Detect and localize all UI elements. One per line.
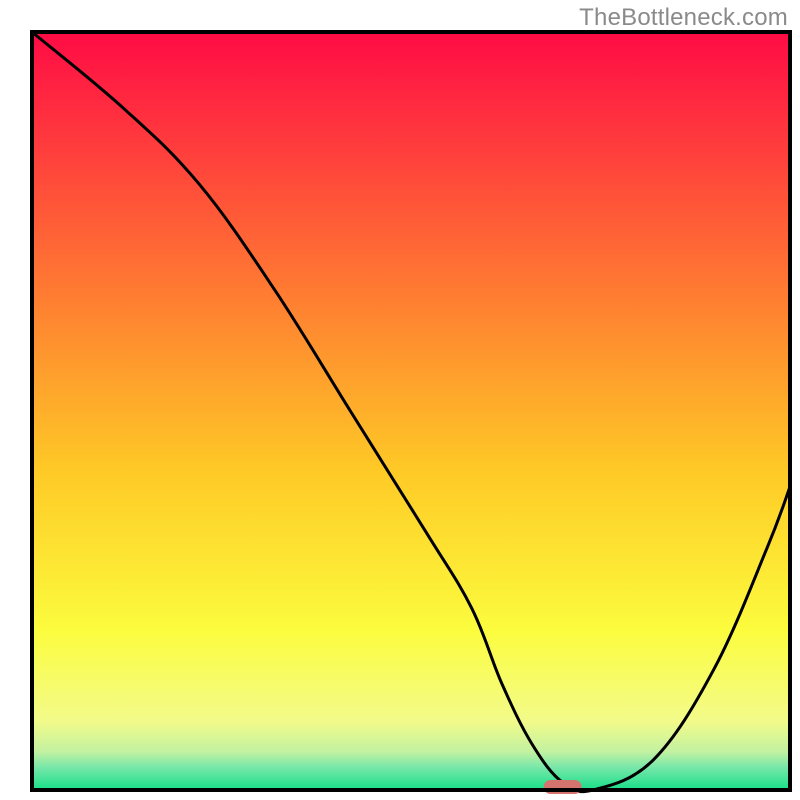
- chart-container: TheBottleneck.com: [0, 0, 800, 800]
- gradient-background: [32, 32, 790, 790]
- bottleneck-chart: [0, 30, 800, 800]
- watermark-text: TheBottleneck.com: [579, 4, 788, 32]
